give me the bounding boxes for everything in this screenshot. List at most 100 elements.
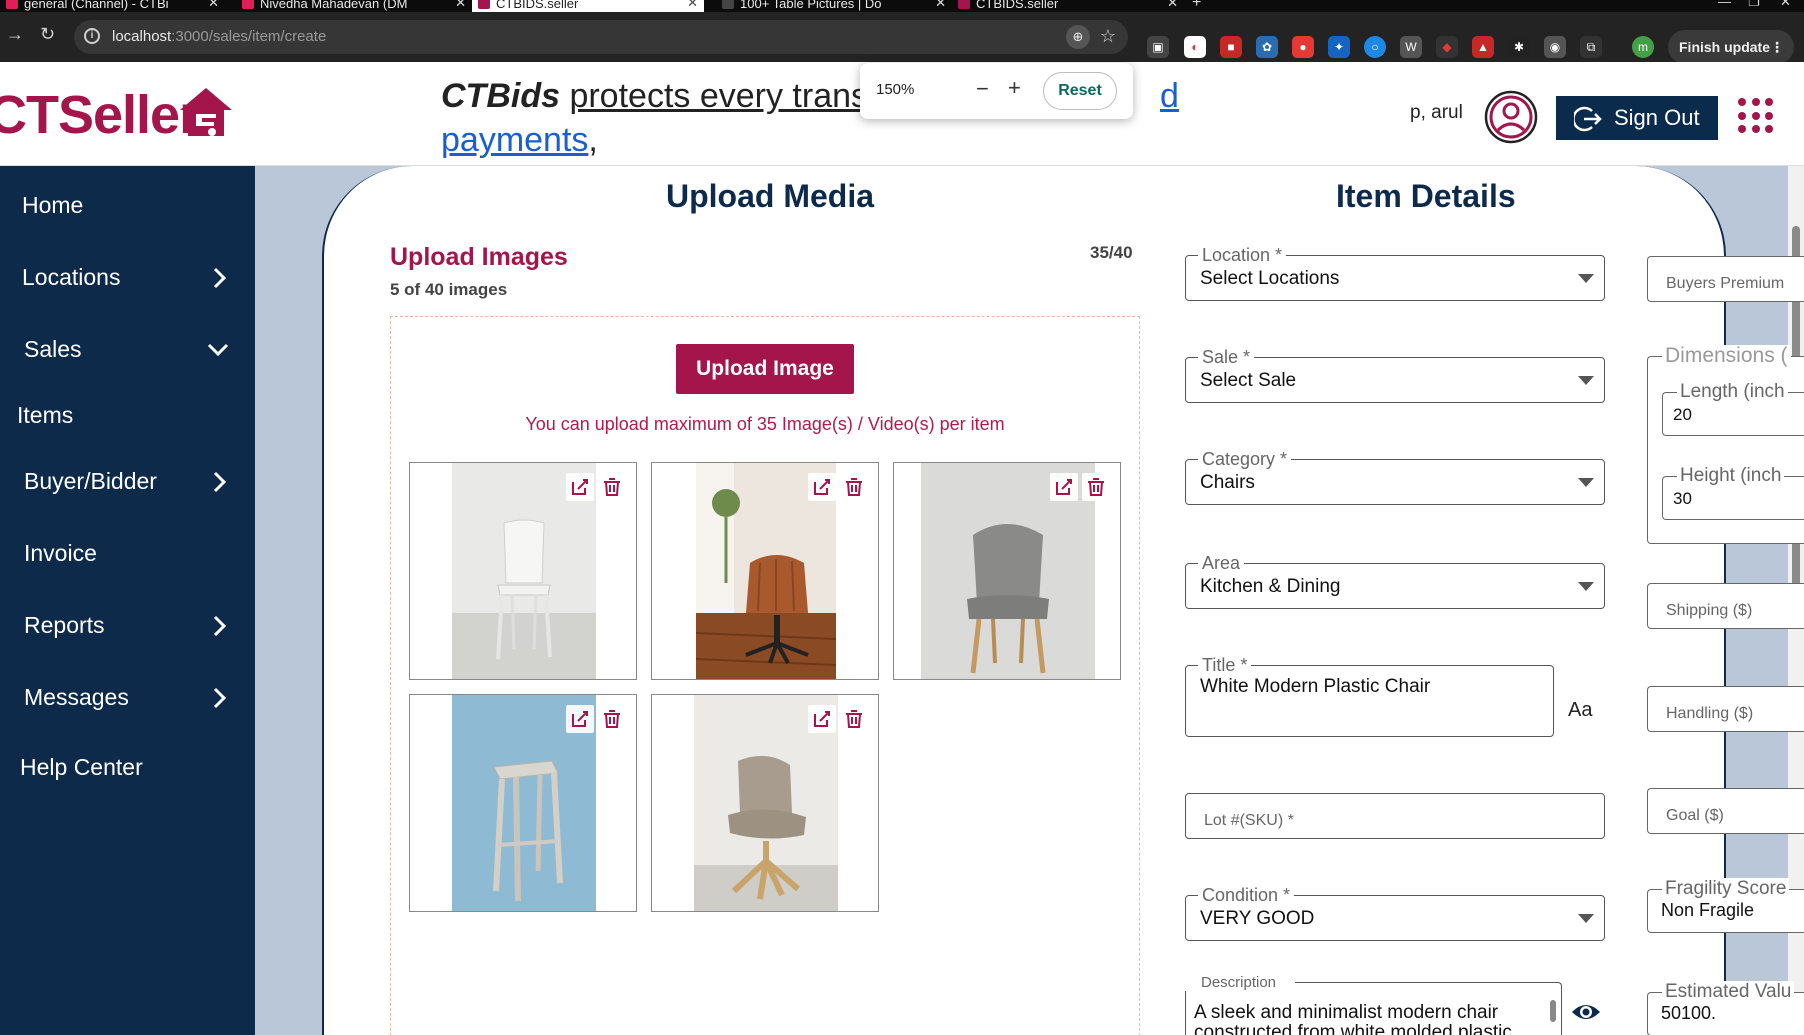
address-bar[interactable]: i localhost:3000/sales/item/create ⊕ ☆: [74, 20, 1128, 54]
condition-select[interactable]: Condition * VERY GOOD: [1185, 885, 1605, 941]
edit-icon[interactable]: [566, 705, 594, 733]
zoom-out-button[interactable]: −: [976, 76, 989, 102]
sidebar-item-reports[interactable]: Reports: [0, 600, 255, 650]
finish-update-button[interactable]: Finish update ⋮: [1668, 30, 1794, 64]
banner-text[interactable]: protects every trans: [569, 77, 868, 115]
image-thumbnail[interactable]: [893, 462, 1121, 680]
browser-tab-active[interactable]: CTBIDS.seller ✕: [472, 0, 704, 12]
sidebar-item-label: Home: [22, 192, 84, 218]
delete-icon[interactable]: [598, 473, 626, 501]
estimated-value-input[interactable]: Estimated Valu 50100.: [1647, 981, 1804, 1035]
minimize-icon[interactable]: —: [1718, 0, 1731, 9]
extension-icon[interactable]: W: [1400, 36, 1422, 58]
bookmark-star-icon[interactable]: ☆: [1100, 26, 1116, 47]
sidebar-item-sales[interactable]: Sales: [0, 324, 255, 374]
sidebar-item-locations[interactable]: Locations: [0, 252, 255, 302]
reload-icon[interactable]: ↻: [40, 24, 55, 45]
category-select[interactable]: Category * Chairs: [1185, 449, 1605, 505]
browser-tab[interactable]: 100+ Table Pictures | Do ✕: [716, 0, 952, 12]
fragility-select[interactable]: Fragility Score Non Fragile: [1647, 878, 1804, 933]
url-text[interactable]: localhost:3000/sales/item/create: [112, 28, 326, 45]
sale-select[interactable]: Sale * Select Sale: [1185, 347, 1605, 403]
close-icon[interactable]: ✕: [687, 0, 698, 11]
extensions-puzzle-icon[interactable]: ⧉: [1580, 36, 1602, 58]
title-input[interactable]: Title * White Modern Plastic Chair: [1185, 655, 1554, 737]
forward-icon[interactable]: →: [6, 24, 24, 45]
close-icon[interactable]: ✕: [455, 0, 466, 11]
zoom-level: 150%: [876, 81, 915, 98]
apps-grid-icon[interactable]: [1738, 98, 1774, 134]
dropdown-caret-icon: [1578, 274, 1594, 283]
delete-icon[interactable]: [840, 473, 868, 501]
window-close-icon[interactable]: ✕: [1780, 0, 1791, 10]
user-avatar-icon[interactable]: [1484, 90, 1538, 144]
extension-icon[interactable]: ◐: [1184, 36, 1206, 58]
height-input[interactable]: Height (inch 30: [1662, 465, 1804, 520]
restore-icon[interactable]: ❐: [1748, 0, 1760, 10]
lot-sku-input[interactable]: Lot #(SKU) *: [1185, 793, 1605, 839]
site-info-icon[interactable]: i: [84, 28, 100, 44]
camera-extension-icon[interactable]: ◉: [1544, 36, 1566, 58]
image-thumbnail[interactable]: [409, 694, 637, 912]
profile-avatar[interactable]: m: [1632, 36, 1654, 58]
sidebar-item-items[interactable]: Items: [0, 390, 255, 440]
image-thumbnail[interactable]: [651, 694, 879, 912]
sign-out-button[interactable]: Sign Out: [1556, 96, 1718, 140]
edit-icon[interactable]: [1050, 473, 1078, 501]
banner-link[interactable]: d: [1160, 77, 1179, 115]
extension-icon[interactable]: ●: [1292, 36, 1314, 58]
preview-eye-icon[interactable]: [1570, 1000, 1602, 1024]
slack-icon: [6, 0, 18, 9]
image-thumbnail[interactable]: [409, 462, 637, 680]
extension-icon[interactable]: ■: [1220, 36, 1242, 58]
handling-input[interactable]: Handling ($): [1647, 686, 1804, 732]
buyers-premium-input[interactable]: Buyers Premium: [1647, 256, 1804, 302]
text-case-toggle[interactable]: Aa: [1568, 699, 1592, 722]
delete-icon[interactable]: [840, 705, 868, 733]
sidebar-item-help-center[interactable]: Help Center: [0, 742, 255, 792]
category-value: Chairs: [1200, 472, 1255, 493]
close-icon[interactable]: ✕: [1167, 0, 1178, 11]
browser-tab[interactable]: CTBIDS.seller ✕: [952, 0, 1184, 12]
chevron-right-icon: [213, 267, 227, 289]
goal-input[interactable]: Goal ($): [1647, 788, 1804, 834]
browser-tab[interactable]: Nivedha Mahadevan (DM ✕: [236, 0, 472, 12]
sidebar-item-home[interactable]: Home: [0, 180, 255, 230]
browser-tab[interactable]: general (Channel) - CTBi ✕: [0, 0, 225, 12]
extension-icon[interactable]: ✦: [1328, 36, 1350, 58]
extension-icon[interactable]: ▲: [1472, 36, 1494, 58]
shipping-input[interactable]: Shipping ($): [1647, 583, 1804, 629]
logo-text[interactable]: CTSeller: [0, 84, 200, 146]
close-icon[interactable]: ✕: [935, 0, 946, 11]
zoom-in-button[interactable]: +: [1008, 75, 1021, 101]
extension-icon[interactable]: ○: [1364, 36, 1386, 58]
new-tab-icon[interactable]: +: [1192, 0, 1201, 12]
sidebar-item-buyer-bidder[interactable]: Buyer/Bidder: [0, 456, 255, 506]
zoom-reset-button[interactable]: Reset: [1043, 72, 1117, 110]
edit-icon[interactable]: [808, 473, 836, 501]
banner-link-payments[interactable]: payments: [441, 121, 588, 159]
image-thumbnail[interactable]: [651, 462, 879, 680]
sidebar-item-label: Sales: [24, 336, 82, 362]
length-input[interactable]: Length (inch 20: [1662, 381, 1804, 436]
delete-icon[interactable]: [598, 705, 626, 733]
area-select[interactable]: Area Kitchen & Dining: [1185, 553, 1605, 609]
extension-icon[interactable]: ✿: [1256, 36, 1278, 58]
banner-brand: CTBids: [441, 77, 560, 115]
chevron-right-icon: [213, 471, 227, 493]
delete-icon[interactable]: [1082, 473, 1110, 501]
location-select[interactable]: Location * Select Locations: [1185, 245, 1605, 301]
upload-image-button[interactable]: Upload Image: [676, 344, 854, 394]
close-icon[interactable]: ✕: [208, 0, 219, 11]
sidebar-item-messages[interactable]: Messages: [0, 672, 255, 722]
extension-icon[interactable]: ◆: [1436, 36, 1458, 58]
description-scrollbar[interactable]: [1550, 1000, 1556, 1022]
screenshot-extension-icon[interactable]: ▣: [1147, 36, 1169, 58]
extension-icon[interactable]: ✱: [1508, 36, 1530, 58]
height-value: 30: [1673, 489, 1692, 508]
browser-tab-bar: general (Channel) - CTBi ✕ Nivedha Mahad…: [0, 0, 1804, 12]
edit-icon[interactable]: [566, 473, 594, 501]
edit-icon[interactable]: [808, 705, 836, 733]
sidebar-item-invoice[interactable]: Invoice: [0, 528, 255, 578]
zoom-icon[interactable]: ⊕: [1066, 25, 1090, 49]
